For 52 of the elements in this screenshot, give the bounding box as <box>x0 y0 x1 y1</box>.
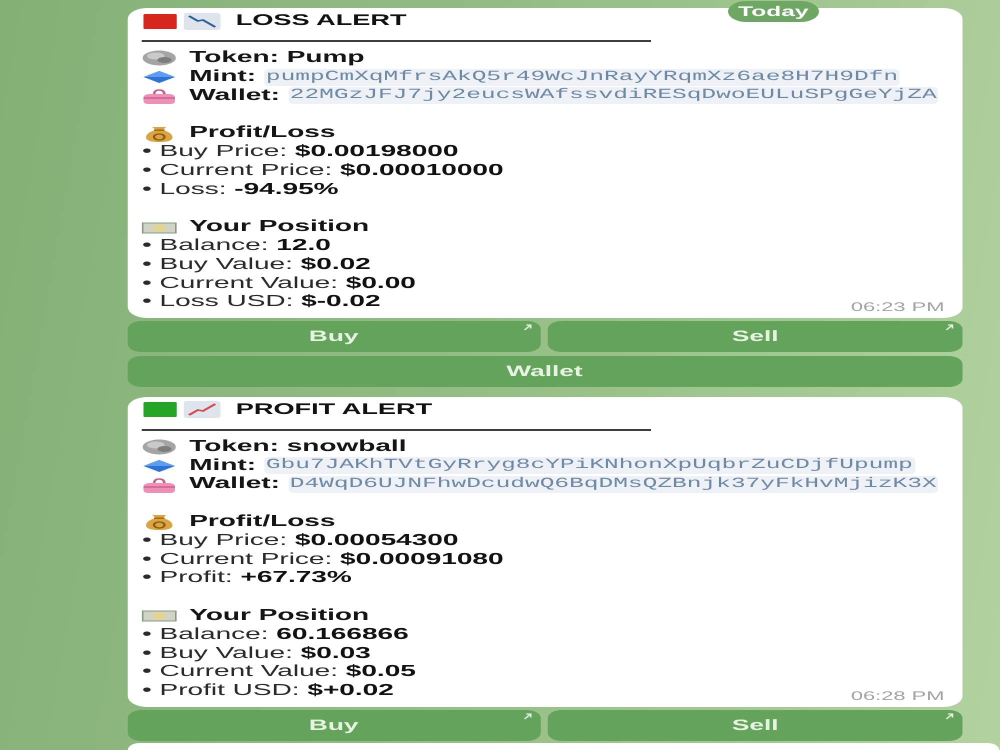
arrow-icon <box>944 712 954 720</box>
detail-line: • Current Price: $0.00091080 <box>142 550 504 570</box>
diamond-icon <box>142 458 177 474</box>
inline-button[interactable]: Wallet <box>126 356 962 387</box>
coin-icon <box>142 439 177 456</box>
mint-address[interactable]: Gbu7JAKhTVtGyRryg8cYPiKNhonXpUqbrZuCDjfUpump <box>264 457 915 474</box>
token-line: Token: snowball <box>189 438 406 457</box>
detail-line: • Buy Price: $0.00054300 <box>142 532 458 551</box>
inline-button[interactable]: Buy <box>126 320 540 352</box>
field-label: Mint: <box>189 456 256 476</box>
detail-line: • Buy Value: $0.03 <box>142 644 371 664</box>
coin-icon <box>142 50 177 66</box>
field-label: Wallet: <box>189 86 280 106</box>
detail-line: • Loss: -94.95% <box>142 180 339 200</box>
field-label: Wallet: <box>189 475 280 494</box>
detail-line: • Current Price: $0.00010000 <box>142 162 504 181</box>
chart-up-icon <box>184 401 221 418</box>
inline-button[interactable]: Sell <box>548 320 962 352</box>
section-title: Your Position <box>189 606 370 626</box>
field-label: Mint: <box>189 68 256 87</box>
wallet-address[interactable]: D4WqD6UJNFhwDcudwQ6BqDMsQZBnjk37yFkHvMjizK3X <box>288 476 938 494</box>
mint-address[interactable]: pumpCmXqMfrsAkQ5r49WcJnRayYRqmXz6ae8H7H9Dfn <box>264 68 900 86</box>
purse-icon <box>142 88 177 104</box>
chart-down-icon <box>184 12 221 30</box>
inline-button[interactable]: Buy <box>126 710 540 740</box>
inline-button[interactable]: Sell <box>548 710 962 740</box>
message-time: 06:23 PM <box>850 300 944 314</box>
detail-line: • Buy Price: $0.00198000 <box>142 142 458 162</box>
date-badge: Today <box>728 1 819 22</box>
detail-line: • Balance: 12.0 <box>142 236 331 256</box>
detail-line: • Current Value: $0.00 <box>142 274 416 294</box>
detail-line: • Profit: +67.73% <box>142 569 352 588</box>
detail-line: • Profit USD: $+0.02 <box>142 682 394 701</box>
arrow-icon <box>523 324 532 331</box>
detail-line: • Buy Value: $0.02 <box>142 256 371 275</box>
token-line: Token: Pump <box>189 49 364 68</box>
section-title: Your Position <box>189 218 370 237</box>
arrow-icon <box>944 324 954 331</box>
detail-line: • Current Value: $0.05 <box>142 663 416 682</box>
detail-line: • Balance: 60.166866 <box>142 626 409 645</box>
banknote-icon <box>142 608 177 624</box>
wallet-address[interactable]: 22MGzJFJ7jy2eucsWAfssvdiRESqDwoEULuSPgGeYjZA <box>288 87 938 104</box>
banknote-icon <box>142 220 177 236</box>
alert-title: LOSS ALERT <box>236 11 407 31</box>
detail-line: • Loss USD: $-0.02 <box>142 293 381 312</box>
diamond-icon <box>142 69 177 86</box>
section-title: Profit/Loss <box>189 124 336 143</box>
alert-title: PROFIT ALERT <box>236 400 432 420</box>
purse-icon <box>142 476 177 493</box>
section-title: Profit/Loss <box>189 512 336 532</box>
arrow-icon <box>523 712 532 720</box>
message-time: 06:28 PM <box>850 688 944 702</box>
